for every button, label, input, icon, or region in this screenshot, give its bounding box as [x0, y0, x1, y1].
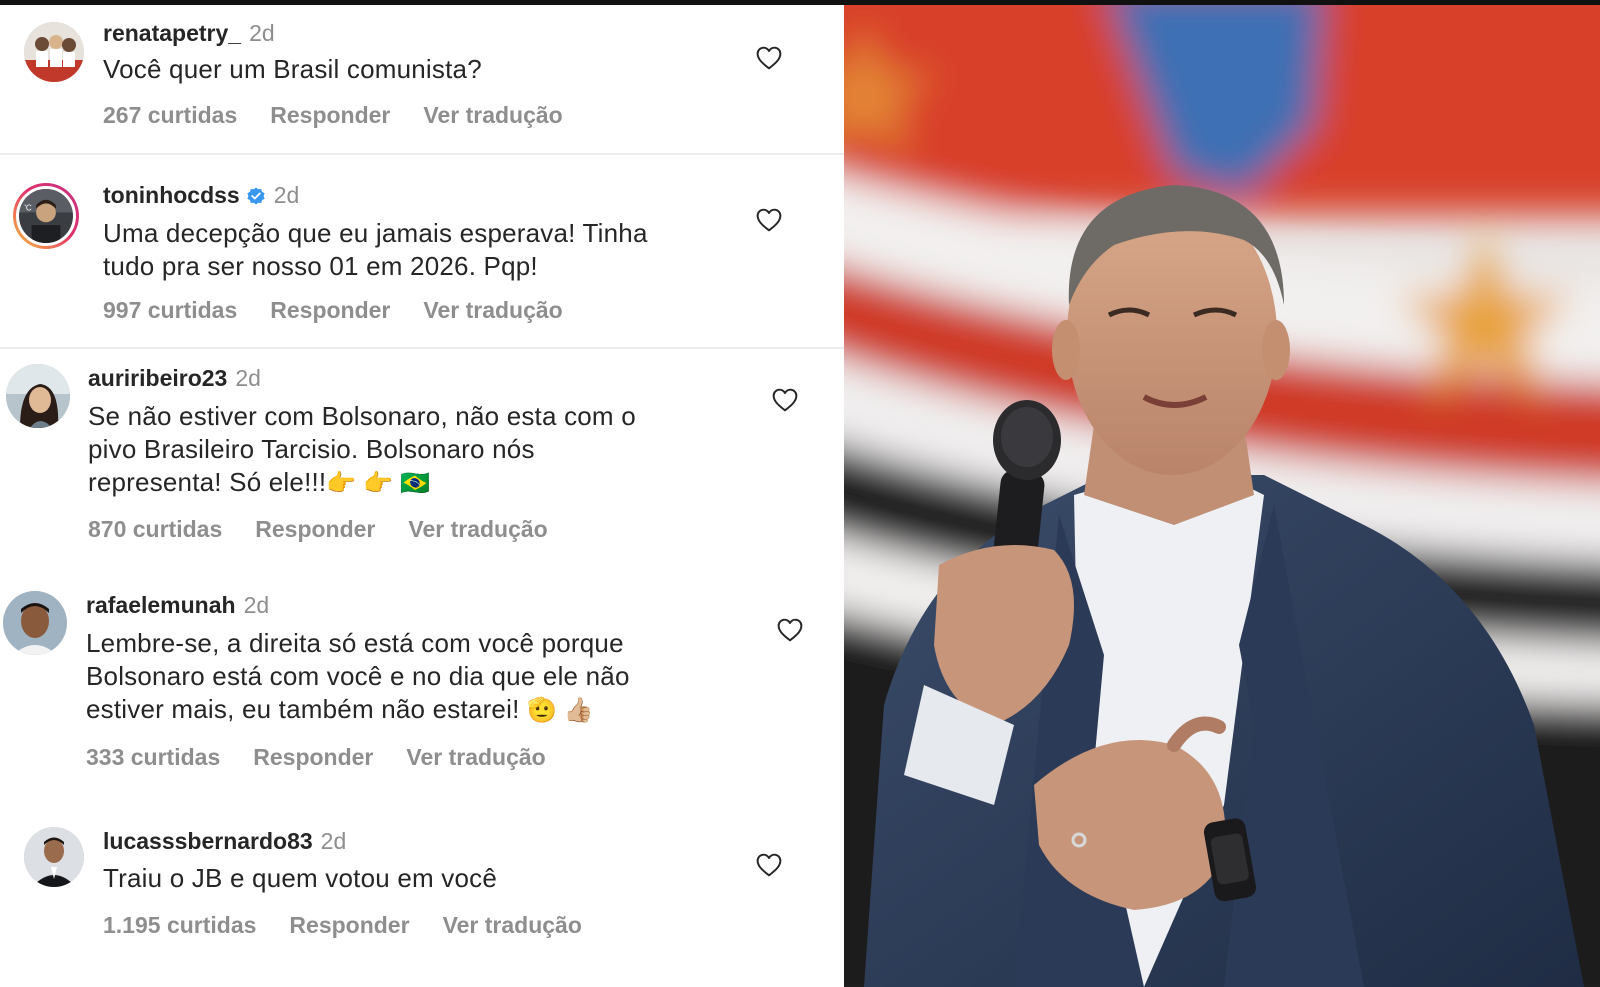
reply-button[interactable]: Responder — [289, 912, 409, 938]
comment-item: rafaelemunah 2d Lembre-se, a direita só e… — [0, 577, 844, 805]
comment-item: lucasssbernardo83 2d Traiu o JB e quem vo… — [0, 811, 844, 987]
likes-count[interactable]: 267 curtidas — [103, 102, 237, 128]
translate-button[interactable]: Ver tradução — [408, 516, 547, 542]
timestamp: 2d — [249, 20, 275, 46]
timestamp: 2d — [273, 182, 300, 208]
avatar[interactable] — [3, 591, 67, 655]
svg-text:'C: 'C — [24, 204, 32, 213]
comment-line: Se não estiver com Bolsonaro, não esta c… — [88, 401, 636, 431]
translate-button[interactable]: Ver tradução — [443, 912, 582, 938]
translate-button[interactable]: Ver tradução — [423, 102, 562, 128]
translate-button[interactable]: Ver tradução — [423, 297, 562, 323]
username[interactable]: rafaelemunah — [86, 592, 236, 618]
comment-text: Se não estiver com Bolsonaro, não esta c… — [88, 400, 636, 500]
comment-text: Traiu o JB e quem votou em você — [103, 862, 497, 895]
comment-line: Lembre-se, a direita só está com você po… — [86, 628, 624, 658]
comment-item: auriribeiro23 2d Se não estiver com Bolso… — [0, 349, 844, 575]
emoji-pointing-flag: 👉 👉 🇧🇷 — [326, 470, 431, 497]
reply-button[interactable]: Responder — [270, 102, 390, 128]
comment-line: Você quer um Brasil comunista? — [103, 54, 482, 84]
comment-line: tudo pra ser nosso 01 em 2026. Pqp! — [103, 251, 538, 281]
comment-line: Traiu o JB e quem votou em você — [103, 863, 497, 893]
reply-button[interactable]: Responder — [255, 516, 375, 542]
avatar[interactable]: 'C — [13, 183, 79, 249]
speaker-photo — [844, 5, 1600, 987]
comment-actions: 267 curtidas Responder Ver tradução — [103, 101, 596, 129]
heart-outline-icon[interactable] — [777, 618, 803, 642]
comment-line: Bolsonaro está com você e no dia que ele… — [86, 661, 630, 691]
heart-outline-icon[interactable] — [756, 46, 782, 70]
username[interactable]: lucasssbernardo83 — [103, 828, 313, 854]
comment-header: rafaelemunah 2d — [86, 591, 269, 619]
comment-text: Você quer um Brasil comunista? — [103, 53, 482, 86]
emoji-salute-thumbsup: 🫡 👍🏼 — [526, 697, 594, 724]
username[interactable]: renatapetry_ — [103, 20, 241, 46]
comments-panel: renatapetry_ 2d Você quer um Brasil comun… — [0, 5, 844, 987]
comment-header: lucasssbernardo83 2d — [103, 827, 346, 855]
username[interactable]: auriribeiro23 — [88, 365, 227, 391]
likes-count[interactable]: 870 curtidas — [88, 516, 222, 542]
verified-badge-icon — [247, 187, 265, 205]
heart-outline-icon[interactable] — [756, 853, 782, 877]
timestamp: 2d — [243, 592, 270, 618]
avatar[interactable] — [24, 22, 84, 82]
comment-header: toninhocdss 2d — [103, 181, 299, 209]
comment-header: auriribeiro23 2d — [88, 364, 261, 392]
reply-button[interactable]: Responder — [253, 744, 373, 770]
comment-item: 'C toninhocdss 2d Uma decepção que eu jam… — [0, 155, 844, 349]
comment-line: Uma decepção que eu jamais esperava! Tin… — [103, 218, 648, 248]
heart-outline-icon[interactable] — [756, 208, 782, 232]
avatar[interactable] — [24, 827, 84, 887]
avatar-image: 'C — [16, 186, 76, 246]
comment-line-text: estiver mais, eu também não estarei! — [86, 694, 520, 724]
comment-actions: 1.195 curtidas Responder Ver tradução — [103, 911, 615, 939]
reply-button[interactable]: Responder — [270, 297, 390, 323]
comment-line: pivo Brasileiro Tarcisio. Bolsonaro nós — [88, 434, 535, 464]
comment-line: estiver mais, eu também não estarei! 🫡 👍… — [86, 693, 630, 727]
comment-actions: 870 curtidas Responder Ver tradução — [88, 515, 581, 543]
likes-count[interactable]: 333 curtidas — [86, 744, 220, 770]
translate-button[interactable]: Ver tradução — [406, 744, 545, 770]
username[interactable]: toninhocdss — [103, 182, 240, 208]
comment-text: Lembre-se, a direita só está com você po… — [86, 627, 630, 727]
comment-header: renatapetry_ 2d — [103, 19, 275, 47]
comment-line-text: representa! Só ele!!! — [88, 467, 327, 497]
comment-item: renatapetry_ 2d Você quer um Brasil comun… — [0, 5, 844, 155]
likes-count[interactable]: 1.195 curtidas — [103, 912, 256, 938]
timestamp: 2d — [320, 828, 347, 854]
comment-actions: 333 curtidas Responder Ver tradução — [86, 743, 579, 771]
comment-text: Uma decepção que eu jamais esperava! Tin… — [103, 217, 648, 283]
heart-outline-icon[interactable] — [772, 388, 798, 412]
comment-actions: 997 curtidas Responder Ver tradução — [103, 296, 596, 324]
likes-count[interactable]: 997 curtidas — [103, 297, 237, 323]
comment-line: representa! Só ele!!!👉 👉 🇧🇷 — [88, 466, 636, 500]
timestamp: 2d — [235, 365, 261, 391]
avatar[interactable] — [6, 364, 70, 428]
